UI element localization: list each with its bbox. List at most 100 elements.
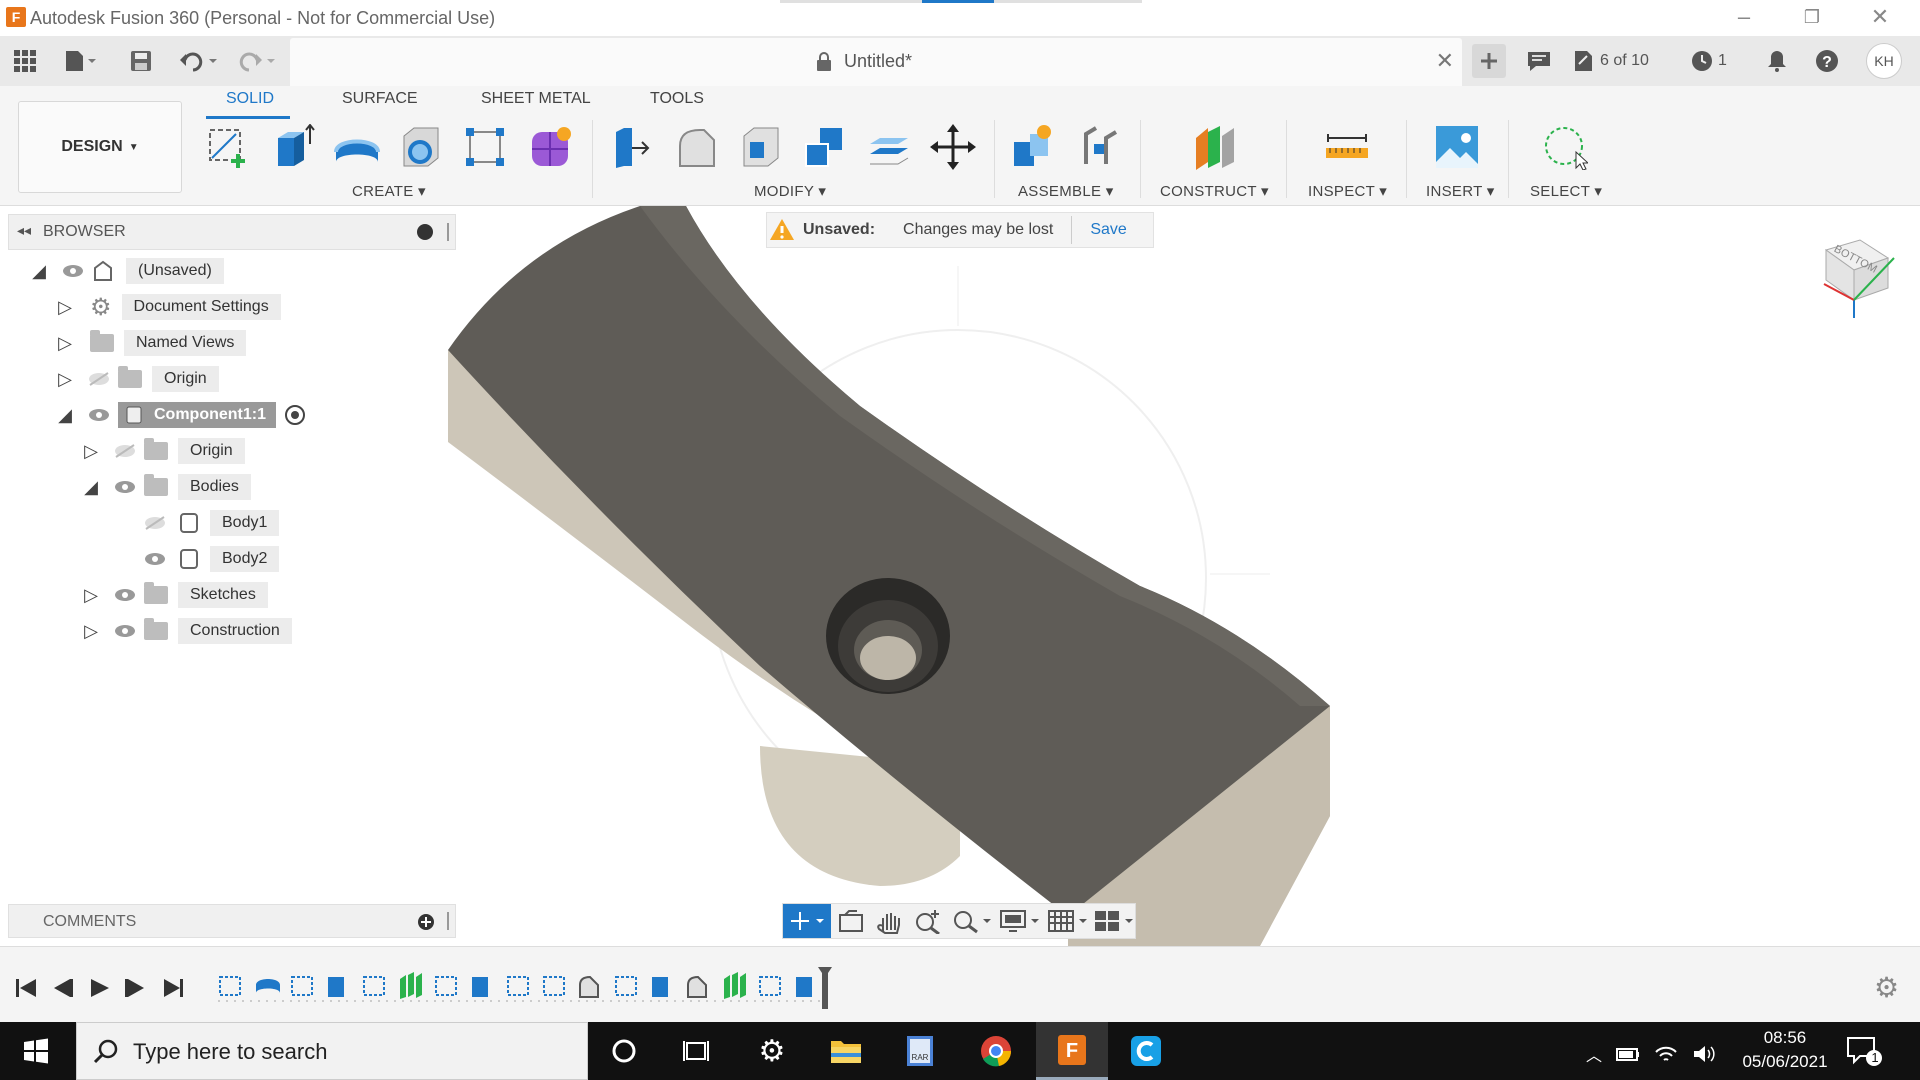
tree-item-component[interactable]: ◢ Component1:1 <box>54 400 306 430</box>
tree-item-construction[interactable]: ▷ Construction <box>80 616 292 646</box>
close-window-icon[interactable]: ✕ <box>1850 2 1910 32</box>
expand-triangle-icon[interactable]: ▷ <box>54 369 76 390</box>
taskbar-search-box[interactable]: Type here to search <box>76 1022 588 1080</box>
visibility-eye-icon[interactable] <box>62 264 84 278</box>
tab-solid[interactable]: SOLID <box>226 90 274 108</box>
grid-settings-icon[interactable] <box>1047 908 1089 934</box>
fillet-icon[interactable] <box>672 122 722 172</box>
play-icon[interactable] <box>88 977 112 999</box>
tree-item-origin[interactable]: ▷ Origin <box>54 364 219 394</box>
collapse-triangle-icon[interactable]: ◢ <box>80 477 102 498</box>
select-group-label[interactable]: SELECT ▾ <box>1530 182 1602 200</box>
tab-surface[interactable]: SURFACE <box>342 90 418 108</box>
avatar[interactable]: KH <box>1866 43 1902 79</box>
sweep-icon[interactable] <box>396 122 446 172</box>
extrude-icon[interactable] <box>268 122 318 172</box>
expand-triangle-icon[interactable]: ▷ <box>80 621 102 642</box>
visibility-eye-icon[interactable] <box>88 408 110 422</box>
minimize-icon[interactable]: – <box>1714 2 1774 32</box>
assemble-group-label[interactable]: ASSEMBLE ▾ <box>1018 182 1114 200</box>
tree-item-sketches[interactable]: ▷ Sketches <box>80 580 268 610</box>
look-at-icon[interactable] <box>837 909 867 933</box>
canvas-viewport[interactable]: BOTTOM <box>0 206 1920 946</box>
joint-icon[interactable] <box>1074 122 1124 172</box>
insert-group-label[interactable]: INSERT ▾ <box>1426 182 1495 200</box>
hidden-eye-icon[interactable] <box>144 516 166 530</box>
comment-panel-icon[interactable] <box>1524 44 1554 78</box>
offset-plane-icon[interactable] <box>1190 122 1240 172</box>
tree-item-root[interactable]: ◢ (Unsaved) <box>28 256 224 286</box>
new-tab-icon[interactable] <box>1472 44 1506 78</box>
collapse-triangle-icon[interactable]: ◢ <box>28 261 50 282</box>
system-clock[interactable]: 08:56 05/06/2021 <box>1740 1026 1830 1074</box>
wifi-icon[interactable] <box>1654 1044 1678 1064</box>
battery-icon[interactable] <box>1616 1046 1640 1062</box>
save-link[interactable]: Save <box>1090 221 1126 239</box>
offset-face-icon[interactable] <box>864 122 914 172</box>
insert-image-icon[interactable] <box>1432 122 1482 172</box>
winrar-icon[interactable]: RAR <box>884 1022 956 1080</box>
press-pull-icon[interactable] <box>606 122 656 172</box>
hidden-eye-icon[interactable] <box>114 444 136 458</box>
visibility-eye-icon[interactable] <box>144 552 166 566</box>
viewports-icon[interactable] <box>1093 908 1135 934</box>
create-group-label[interactable]: CREATE ▾ <box>352 182 426 200</box>
expand-triangle-icon[interactable]: ▷ <box>80 585 102 606</box>
task-view-icon[interactable] <box>660 1022 732 1080</box>
zoom-icon[interactable] <box>913 908 943 934</box>
undo-icon[interactable] <box>176 44 222 78</box>
tree-item-body2[interactable]: Body2 <box>128 544 280 574</box>
panel-grip-icon[interactable] <box>447 223 449 241</box>
show-hidden-icons[interactable]: ︿ <box>1586 1042 1602 1066</box>
fusion-taskbar-icon[interactable]: F <box>1036 1022 1108 1080</box>
settings-app-icon[interactable]: ⚙ <box>736 1022 808 1080</box>
workspace-switcher[interactable]: DESIGN ▼ <box>18 101 182 193</box>
tree-item-body1[interactable]: Body1 <box>128 508 280 538</box>
help-icon[interactable]: ? <box>1812 44 1842 78</box>
visibility-eye-icon[interactable] <box>114 480 136 494</box>
tab-sheet-metal[interactable]: SHEET METAL <box>481 90 591 108</box>
go-to-end-icon[interactable] <box>162 977 186 999</box>
tree-item-bodies[interactable]: ◢ Bodies <box>80 472 251 502</box>
close-tab-icon[interactable]: ✕ <box>1436 48 1454 74</box>
restore-icon[interactable]: ❐ <box>1782 2 1842 32</box>
form-icon[interactable] <box>526 122 576 172</box>
orbit-button[interactable] <box>783 904 831 938</box>
notification-bell-icon[interactable] <box>1764 44 1790 78</box>
step-back-icon[interactable] <box>50 977 74 999</box>
expand-triangle-icon[interactable]: ▷ <box>54 333 76 354</box>
combine-icon[interactable] <box>800 122 850 172</box>
viewcube[interactable]: BOTTOM <box>1796 230 1906 320</box>
measure-icon[interactable] <box>1322 122 1372 172</box>
file-explorer-icon[interactable] <box>810 1022 882 1080</box>
collapse-triangle-icon[interactable]: ◢ <box>54 405 76 426</box>
visibility-eye-icon[interactable] <box>114 588 136 602</box>
redo-icon[interactable] <box>234 44 280 78</box>
display-settings-icon[interactable] <box>999 908 1041 934</box>
pan-hand-icon[interactable] <box>875 908 905 934</box>
construct-group-label[interactable]: CONSTRUCT ▾ <box>1160 182 1269 200</box>
model-canvas[interactable] <box>0 206 1920 946</box>
save-icon[interactable] <box>126 44 156 78</box>
activate-radio-icon[interactable] <box>284 404 306 426</box>
modify-group-label[interactable]: MODIFY ▾ <box>754 182 826 200</box>
job-status-button[interactable]: 6 of 10 <box>1572 44 1662 78</box>
shell-icon[interactable] <box>736 122 786 172</box>
inspect-group-label[interactable]: INSPECT ▾ <box>1308 182 1387 200</box>
panel-grip-icon[interactable] <box>447 912 449 930</box>
volume-icon[interactable] <box>1692 1044 1716 1064</box>
revolve-icon[interactable] <box>332 122 382 172</box>
collapse-panel-icon[interactable]: ◂◂ <box>17 222 31 239</box>
document-tab[interactable]: Untitled* ✕ <box>290 38 1462 86</box>
move-icon[interactable] <box>928 122 978 172</box>
window-select-icon[interactable] <box>1540 122 1590 172</box>
app-c-icon[interactable] <box>1110 1022 1182 1080</box>
timeline-settings-gear-icon[interactable]: ⚙ <box>1874 971 1899 1004</box>
add-comment-icon[interactable] <box>417 913 435 931</box>
browser-panel-header[interactable]: ◂◂ BROWSER <box>8 214 456 250</box>
visibility-eye-icon[interactable] <box>114 624 136 638</box>
windows-start-icon[interactable] <box>0 1022 72 1080</box>
new-component-icon[interactable] <box>1008 122 1058 172</box>
create-sketch-icon[interactable] <box>204 122 254 172</box>
cortana-icon[interactable] <box>588 1022 660 1080</box>
